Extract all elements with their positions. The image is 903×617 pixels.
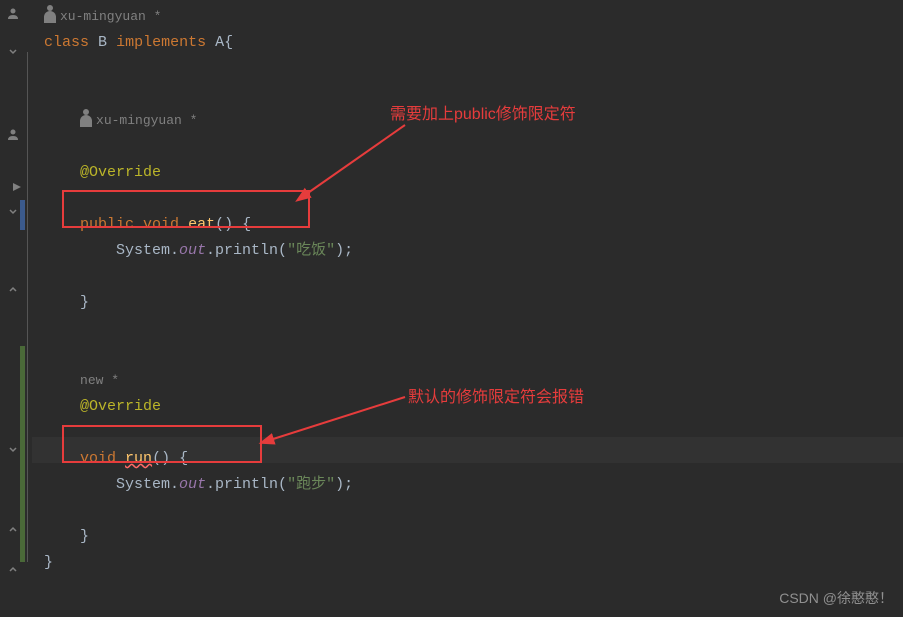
- fold-open-icon[interactable]: [4, 202, 22, 220]
- annotation-default-modifier: 默认的修饰限定符会报错: [408, 385, 584, 411]
- author-hint-line: xu-mingyuan *: [44, 4, 903, 30]
- code-content[interactable]: xu-mingyuan * class B implements A{ xu-m…: [32, 0, 903, 617]
- author-hint: xu-mingyuan *: [96, 113, 197, 128]
- editor-gutter: [0, 0, 32, 617]
- code-line-eat-body: System.out.println("吃饭");: [44, 238, 903, 264]
- code-line-run-body: System.out.println("跑步");: [44, 472, 903, 498]
- annotation-public-modifier: 需要加上public修饰限定符: [390, 102, 576, 128]
- code-line-eat-close: }: [44, 290, 903, 316]
- code-line-override1: @Override: [44, 160, 903, 186]
- code-line-class-close: }: [44, 550, 903, 576]
- code-line-class: class B implements A{: [44, 30, 903, 56]
- person-icon: [4, 125, 22, 143]
- code-line-run-signature: void run() {: [44, 446, 903, 472]
- fold-close-icon[interactable]: [4, 280, 22, 298]
- code-line-run-close: }: [44, 524, 903, 550]
- person-icon: [4, 4, 22, 22]
- code-editor[interactable]: xu-mingyuan * class B implements A{ xu-m…: [0, 0, 903, 617]
- code-line-eat-signature: public void eat() {: [44, 212, 903, 238]
- error-run-method: run: [125, 450, 152, 467]
- author-hint: xu-mingyuan *: [60, 9, 161, 24]
- fold-open-icon[interactable]: [4, 440, 22, 458]
- fold-open-icon[interactable]: [4, 42, 22, 60]
- fold-close-icon[interactable]: [4, 560, 22, 578]
- play-icon[interactable]: [8, 178, 26, 196]
- watermark: CSDN @徐憨憨！: [779, 587, 893, 609]
- fold-close-icon[interactable]: [4, 520, 22, 538]
